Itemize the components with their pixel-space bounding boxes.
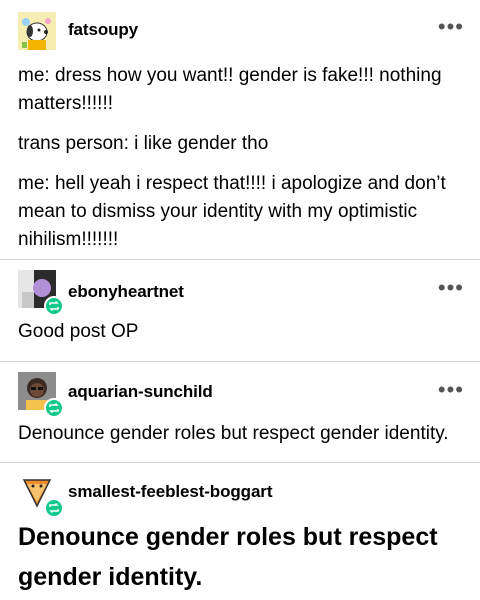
separator — [0, 259, 480, 260]
post-body: Denounce gender roles but respect gender… — [18, 423, 449, 444]
post-line: me: hell yeah i respect that!!!! i apolo… — [18, 173, 446, 250]
more-options-icon[interactable]: ••• — [438, 379, 464, 401]
username[interactable]: ebonyheartnet — [68, 282, 184, 302]
more-options-icon[interactable]: ••• — [438, 277, 464, 299]
avatar[interactable] — [18, 12, 56, 50]
post-body: Denounce gender roles but respect gender… — [18, 523, 438, 591]
post-body: me: dress how you want!! gender is fake!… — [18, 62, 464, 254]
post-line: me: dress how you want!! gender is fake!… — [18, 65, 442, 114]
more-options-icon[interactable]: ••• — [438, 16, 464, 38]
separator — [0, 361, 480, 362]
post-body: Good post OP — [18, 321, 139, 342]
post-line: trans person: i like gender tho — [18, 133, 269, 154]
reblog-icon — [44, 296, 64, 316]
username[interactable]: smallest-feeblest-boggart — [68, 482, 272, 502]
reblog-icon — [44, 398, 64, 418]
separator — [0, 462, 480, 463]
username[interactable]: aquarian-sunchild — [68, 382, 213, 402]
username[interactable]: fatsoupy — [68, 20, 138, 40]
reblog-icon — [44, 498, 64, 518]
